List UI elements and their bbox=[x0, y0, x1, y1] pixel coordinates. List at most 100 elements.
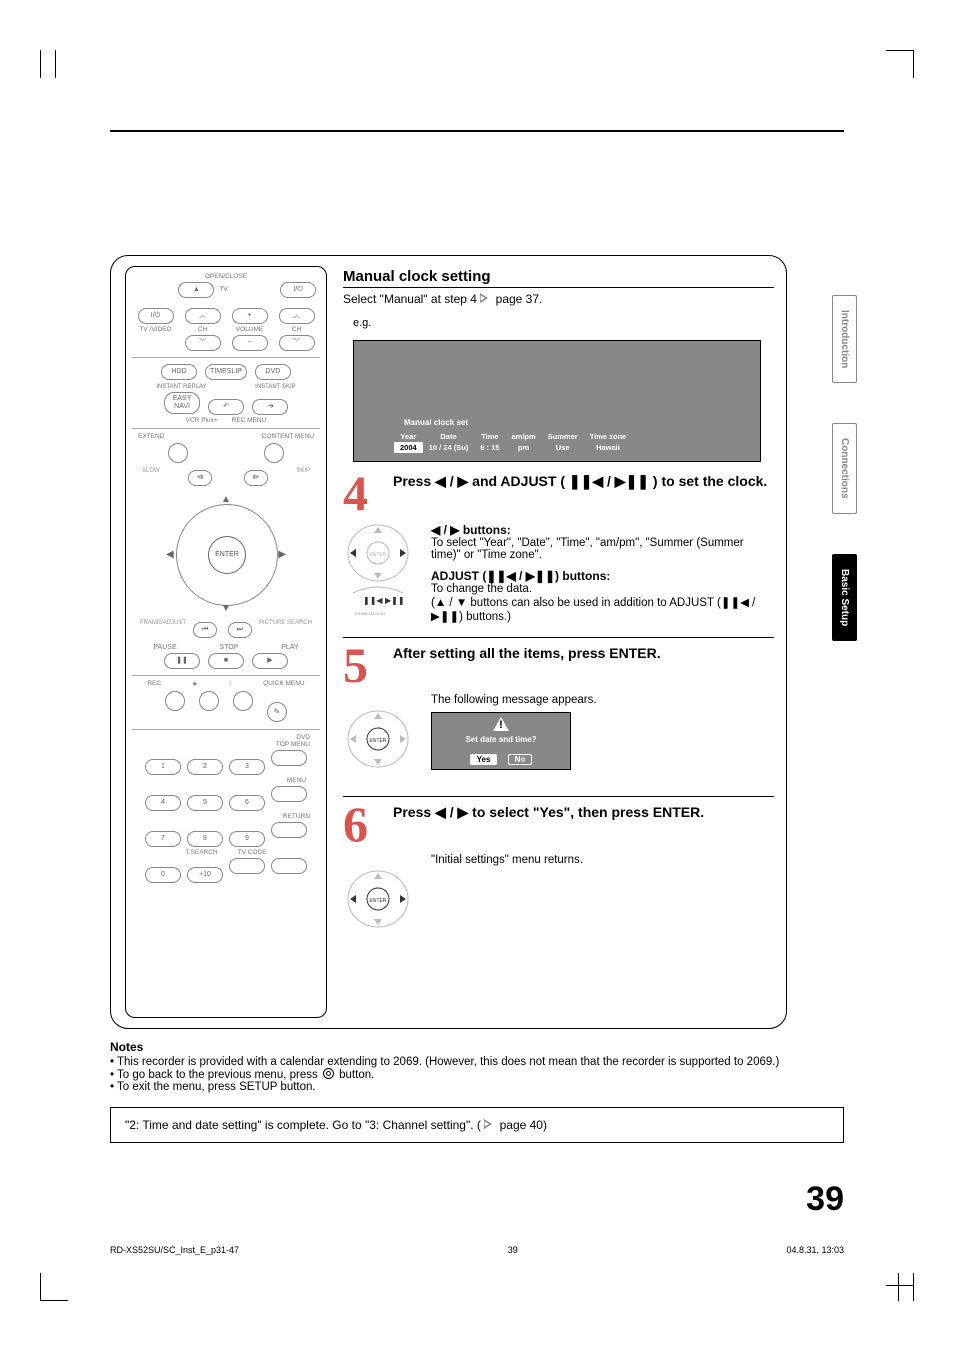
select-manual-text: Select "Manual" at step 4 page 37. bbox=[343, 292, 774, 306]
label-tv: TV bbox=[219, 286, 227, 293]
ch-up-icon-2: ︿ bbox=[279, 308, 315, 324]
osd-h-year: Year bbox=[394, 431, 423, 442]
left-triangle-icon: ◀ bbox=[435, 803, 446, 822]
label-instant-replay: INSTANT REPLAY bbox=[156, 384, 206, 390]
step-number-6: 6 bbox=[343, 803, 383, 846]
osd-screenshot: Manual clock set Year Date Time am/pm Su… bbox=[353, 340, 761, 462]
adjust-rev-icon: ❚❚◀ bbox=[486, 569, 515, 583]
step-4-explain: ◀ / ▶ buttons: To select "Year", "Date",… bbox=[431, 523, 774, 623]
label-frame-adjust: FRAME/ADJUST bbox=[140, 620, 186, 640]
label-contentmenu: CONTENT MENU bbox=[262, 433, 314, 440]
adjust-note: (▲ / ▼ buttons can also be used in addit… bbox=[431, 597, 755, 623]
num-2: 2 bbox=[187, 759, 223, 775]
footer-timestamp: 04.8.31, 13:03 bbox=[786, 1245, 844, 1255]
notes-title: Notes bbox=[110, 1040, 844, 1054]
eg-label: e.g. bbox=[353, 317, 774, 329]
confirm-dialog: ! Set date and time? Yes No bbox=[431, 712, 571, 770]
step-6-msg: "Initial settings" menu returns. bbox=[431, 854, 583, 866]
text: page 37. bbox=[496, 292, 543, 306]
pause-icon: ❚❚ bbox=[164, 653, 200, 669]
completion-box: "2: Time and date setting" is complete. … bbox=[110, 1107, 844, 1143]
osd-h-summer: Summer bbox=[542, 431, 584, 442]
text: ) to set the clock. bbox=[653, 473, 767, 489]
ch-down-icon-2: ﹀ bbox=[279, 335, 315, 351]
warning-icon: ! bbox=[493, 717, 509, 731]
down-triangle-icon: ▼ bbox=[456, 597, 467, 609]
tvcode-button bbox=[271, 858, 307, 874]
page-ref-icon bbox=[480, 293, 492, 303]
enter-button: ENTER bbox=[208, 536, 246, 574]
osd-h-time: Time bbox=[474, 431, 505, 442]
label-instant-skip: INSTANT SKIP bbox=[255, 384, 295, 390]
text: ) buttons.) bbox=[459, 611, 511, 623]
num-5: 5 bbox=[187, 795, 223, 811]
text: page 40) bbox=[500, 1118, 547, 1132]
svg-text:ENTER: ENTER bbox=[370, 552, 387, 558]
crop-mark bbox=[55, 50, 56, 78]
adjust-fwd-icon: ▶❚❚ bbox=[526, 569, 555, 583]
extend-button bbox=[168, 443, 188, 463]
step-5-heading: After setting all the items, press ENTER… bbox=[393, 644, 661, 687]
svg-text:▶❚❚: ▶❚❚ bbox=[385, 596, 405, 605]
osd-title: Manual clock set bbox=[404, 418, 468, 427]
osd-v-summer: Use bbox=[542, 442, 584, 453]
svg-text:ENTER: ENTER bbox=[370, 738, 387, 744]
step-number-5: 5 bbox=[343, 644, 383, 687]
num-9: 9 bbox=[229, 831, 265, 847]
dpad: ENTER ▲ ▼ ◀ ▶ bbox=[166, 494, 286, 614]
crop-mark bbox=[898, 1273, 899, 1301]
osd-table: Year Date Time am/pm Summer Time zone 20… bbox=[394, 431, 632, 453]
label-picture-search: PICTURE SEARCH bbox=[259, 620, 312, 640]
step-5-detail: ENTER The following message appears. ! S… bbox=[343, 694, 774, 788]
text: Press bbox=[393, 473, 435, 489]
tab-basic-setup: Basic Setup bbox=[832, 554, 857, 641]
tsearch-button bbox=[229, 858, 265, 874]
label-volume: VOLUME bbox=[229, 326, 271, 333]
crop-mark bbox=[913, 1273, 914, 1301]
label-tsearch: T.SEARCH bbox=[185, 849, 217, 856]
dialog-no-button: No bbox=[508, 754, 533, 765]
tab-connections: Connections bbox=[832, 423, 857, 514]
lr-buttons-body: To select "Year", "Date", "Time", "am/pm… bbox=[431, 537, 744, 561]
vol-up-icon: + bbox=[232, 308, 268, 324]
side-tabs: Introduction Connections Basic Setup bbox=[832, 295, 866, 681]
step-4-heading: Press ◀ / ▶ and ADJUST ( ❚❚◀ / ▶❚❚ ) to … bbox=[393, 472, 767, 515]
instant-replay-icon: ↶ bbox=[208, 399, 244, 415]
label-tvcode: TV CODE bbox=[238, 849, 267, 856]
o-button-icon bbox=[323, 1068, 334, 1079]
adjust-buttons-body: To change the data. bbox=[431, 583, 532, 595]
power-button-2: I/⏻ bbox=[138, 308, 174, 324]
vol-down-icon: − bbox=[232, 335, 268, 351]
num-1: 1 bbox=[145, 759, 181, 775]
label-open-close: OPEN/CLOSE bbox=[126, 273, 326, 280]
easynavi-button: EASY NAVI bbox=[164, 392, 200, 414]
label-tv-video: TV /VIDEO bbox=[135, 326, 177, 333]
label-pause: PAUSE bbox=[153, 644, 176, 651]
adjust-rev-icon: ❚❚◀ bbox=[721, 597, 749, 609]
up-triangle-icon: ▲ bbox=[435, 597, 446, 609]
timeslip-button: TIMESLIP bbox=[205, 364, 247, 380]
label-rec: REC bbox=[147, 680, 161, 688]
crop-mark bbox=[886, 1285, 914, 1286]
num-7: 7 bbox=[145, 831, 181, 847]
text: ) buttons: bbox=[555, 569, 610, 583]
step-number-4: 4 bbox=[343, 472, 383, 515]
step-6-explain: "Initial settings" menu returns. bbox=[431, 854, 774, 948]
num-4: 4 bbox=[145, 795, 181, 811]
page-ref-icon bbox=[484, 1119, 496, 1129]
note-3: To exit the menu, press SETUP button. bbox=[110, 1081, 844, 1093]
right-triangle-icon: ▶ bbox=[458, 472, 469, 491]
right-arrow-icon: ▶ bbox=[278, 549, 286, 560]
text: To go back to the previous menu, press bbox=[117, 1069, 321, 1081]
label-quickmenu: QUICK MENU bbox=[263, 680, 305, 688]
label-play: PLAY bbox=[281, 644, 298, 651]
num-3: 3 bbox=[229, 759, 265, 775]
num-8: 8 bbox=[187, 831, 223, 847]
circle-icon: ○ bbox=[228, 680, 232, 688]
svg-text:FRAME/ADJUST: FRAME/ADJUST bbox=[355, 611, 386, 616]
page-number: 39 bbox=[806, 1180, 844, 1219]
remote-control-diagram: OPEN/CLOSE ▲ TV I/⏻ I/⏻TV /VIDEO ︿CH﹀ +V… bbox=[125, 266, 327, 1018]
instant-skip-icon: ·➔ bbox=[252, 399, 288, 415]
label-slow: SLOW bbox=[142, 468, 160, 488]
adjust-fwd-icon: ▶❚❚ bbox=[615, 473, 649, 489]
